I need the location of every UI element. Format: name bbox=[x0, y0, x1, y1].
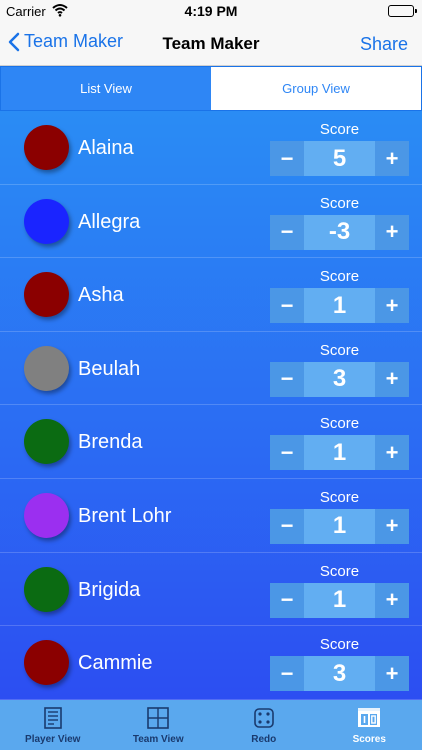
team-view-icon bbox=[147, 707, 170, 729]
player-row: Asha Score − 1 + bbox=[0, 258, 422, 332]
tab-label: Player View bbox=[25, 734, 81, 745]
increment-score-button[interactable]: + bbox=[375, 435, 409, 471]
tab-label: Redo bbox=[251, 734, 277, 745]
increment-score-button[interactable]: + bbox=[375, 361, 409, 397]
increment-score-button[interactable]: + bbox=[375, 214, 409, 250]
player-color-avatar bbox=[24, 125, 69, 170]
increment-score-button[interactable]: + bbox=[375, 288, 409, 324]
score-stepper: − 5 + bbox=[270, 141, 409, 176]
score-label: Score bbox=[319, 268, 360, 286]
player-name: Brigida bbox=[78, 578, 141, 601]
score-label: Score bbox=[319, 415, 360, 433]
score-value: 1 bbox=[304, 435, 375, 471]
score-value: 1 bbox=[304, 508, 375, 544]
battery-icon bbox=[388, 5, 417, 17]
score-stepper: − 1 + bbox=[270, 508, 409, 544]
status-bar: Carrier 4:19 PM bbox=[0, 0, 422, 22]
player-name: Brent Lohr bbox=[78, 504, 172, 527]
player-name: Brenda bbox=[78, 431, 143, 454]
score-label: Score bbox=[319, 488, 360, 506]
score-label: Score bbox=[319, 194, 360, 212]
segment-list-view[interactable]: List View bbox=[1, 67, 211, 110]
scoreboard-icon bbox=[358, 708, 381, 727]
player-name: Cammie bbox=[78, 652, 153, 675]
decrement-score-button[interactable]: − bbox=[270, 141, 304, 176]
player-row: Cammie Score − 3 + bbox=[0, 626, 422, 700]
player-row: Alaina Score − 5 + bbox=[0, 111, 422, 185]
score-stepper: − 3 + bbox=[270, 361, 409, 397]
decrement-score-button[interactable]: − bbox=[270, 508, 304, 544]
score-label: Score bbox=[319, 121, 360, 138]
score-label: Score bbox=[319, 341, 360, 359]
player-name: Asha bbox=[78, 284, 124, 307]
decrement-score-button[interactable]: − bbox=[270, 214, 304, 250]
status-time: 4:19 PM bbox=[184, 3, 238, 19]
score-stepper: − 1 + bbox=[270, 435, 409, 471]
score-value: 1 bbox=[304, 582, 375, 618]
player-name: Beulah bbox=[78, 357, 141, 380]
score-label: Score bbox=[319, 562, 360, 580]
tab-label: Team View bbox=[132, 734, 184, 745]
decrement-score-button[interactable]: − bbox=[270, 361, 304, 397]
player-name: Alaina bbox=[78, 137, 134, 159]
share-button[interactable]: Share bbox=[360, 34, 408, 55]
increment-score-button[interactable]: + bbox=[375, 582, 409, 618]
score-value: 3 bbox=[304, 361, 375, 397]
decrement-score-button[interactable]: − bbox=[270, 582, 304, 618]
view-segmented-control: List View Group View bbox=[0, 66, 422, 111]
dice-icon bbox=[253, 708, 274, 728]
player-row: Allegra Score − -3 + bbox=[0, 185, 422, 259]
segment-group-view[interactable]: Group View bbox=[211, 67, 421, 110]
score-stepper: − 1 + bbox=[270, 582, 409, 618]
tab-bar: Player View Team View Redo Scores bbox=[0, 700, 422, 750]
player-view-icon bbox=[43, 707, 62, 729]
score-value: -3 bbox=[304, 214, 375, 250]
score-stepper: − 1 + bbox=[270, 288, 409, 324]
player-row: Brigida Score − 1 + bbox=[0, 553, 422, 627]
player-color-avatar bbox=[24, 345, 69, 391]
tab-redo[interactable]: Redo bbox=[211, 700, 317, 750]
navigation-bar: Team Maker Team Maker Share bbox=[0, 22, 422, 66]
player-color-avatar bbox=[24, 198, 69, 244]
tab-scores[interactable]: Scores bbox=[317, 700, 422, 750]
decrement-score-button[interactable]: − bbox=[270, 435, 304, 471]
tab-player-view[interactable]: Player View bbox=[0, 700, 106, 750]
score-value: 3 bbox=[304, 656, 375, 692]
player-row: Beulah Score − 3 + bbox=[0, 332, 422, 406]
score-value: 1 bbox=[304, 288, 375, 324]
decrement-score-button[interactable]: − bbox=[270, 656, 304, 692]
score-value: 5 bbox=[304, 141, 375, 176]
player-color-avatar bbox=[24, 566, 69, 612]
score-label: Score bbox=[319, 636, 360, 654]
player-row: Brent Lohr Score − 1 + bbox=[0, 479, 422, 553]
player-color-avatar bbox=[24, 640, 69, 686]
player-color-avatar bbox=[24, 272, 69, 318]
player-color-avatar bbox=[24, 419, 69, 465]
player-color-avatar bbox=[24, 492, 69, 538]
score-stepper: − 3 + bbox=[270, 656, 409, 692]
player-name: Allegra bbox=[78, 210, 141, 233]
tab-label: Scores bbox=[352, 734, 386, 745]
decrement-score-button[interactable]: − bbox=[270, 288, 304, 324]
increment-score-button[interactable]: + bbox=[375, 141, 409, 176]
tab-team-view[interactable]: Team View bbox=[106, 700, 212, 750]
player-row: Brenda Score − 1 + bbox=[0, 405, 422, 479]
increment-score-button[interactable]: + bbox=[375, 656, 409, 692]
score-stepper: − -3 + bbox=[270, 214, 409, 250]
player-list[interactable]: Alaina Score − 5 + Allegra Score − -3 + … bbox=[0, 111, 422, 700]
increment-score-button[interactable]: + bbox=[375, 508, 409, 544]
page-title: Team Maker bbox=[162, 34, 260, 53]
